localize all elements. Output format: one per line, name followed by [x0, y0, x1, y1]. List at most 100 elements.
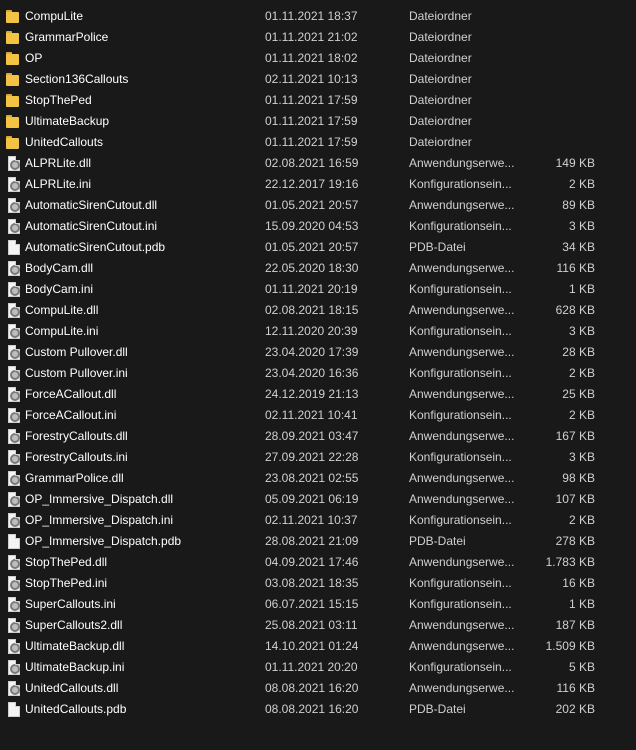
file-row[interactable]: AutomaticSirenCutout.ini 15.09.2020 04:53…	[0, 216, 636, 237]
file-date-modified: 01.11.2021 20:19	[265, 282, 358, 296]
file-row[interactable]: Section136Callouts 02.11.2021 10:13 Dateio…	[0, 69, 636, 90]
file-size: 1.509 KB	[545, 639, 595, 653]
file-row[interactable]: ForestryCallouts.dll 28.09.2021 03:47 Anwe…	[0, 426, 636, 447]
file-row[interactable]: UnitedCallouts.pdb 08.08.2021 16:20 PDB-Da…	[0, 699, 636, 720]
file-row[interactable]: ALPRLite.dll 02.08.2021 16:59 Anwendungser…	[0, 153, 636, 174]
dll-file-icon	[8, 555, 20, 570]
file-date-modified: 01.11.2021 17:59	[265, 93, 358, 107]
file-date-modified: 22.05.2020 18:30	[265, 261, 359, 275]
file-name: CompuLite.dll	[25, 303, 99, 317]
file-type: Konfigurationsein...	[409, 597, 512, 611]
file-date-modified: 27.09.2021 22:28	[265, 450, 359, 464]
file-row[interactable]: UltimateBackup.dll 14.10.2021 01:24 Anwend…	[0, 636, 636, 657]
file-date-modified: 28.09.2021 03:47	[265, 429, 359, 443]
file-row[interactable]: CompuLite.ini 12.11.2020 20:39 Konfigurati…	[0, 321, 636, 342]
file-size: 107 KB	[555, 492, 595, 506]
file-row[interactable]: UnitedCallouts.dll 08.08.2021 16:20 Anwend…	[0, 678, 636, 699]
file-size: 89 KB	[562, 198, 595, 212]
dll-file-icon	[8, 471, 20, 486]
file-date-modified: 04.09.2021 17:46	[265, 555, 359, 569]
file-row[interactable]: CompuLite.dll 02.08.2021 18:15 Anwendungse…	[0, 300, 636, 321]
file-row[interactable]: StopThePed 01.11.2021 17:59 Dateiordner	[0, 90, 636, 111]
pdb-file-icon	[8, 240, 20, 255]
dll-file-icon	[8, 303, 20, 318]
file-row[interactable]: UltimateBackup.ini 01.11.2021 20:20 Konfig…	[0, 657, 636, 678]
file-type: Anwendungserwe...	[409, 555, 515, 569]
file-row[interactable]: UltimateBackup 01.11.2021 17:59 Dateiordne…	[0, 111, 636, 132]
folder-icon	[6, 51, 20, 66]
file-row[interactable]: GrammarPolice 01.11.2021 21:02 Dateiordner	[0, 27, 636, 48]
file-size: 167 KB	[555, 429, 595, 443]
file-size: 278 KB	[555, 534, 595, 548]
file-row[interactable]: OP 01.11.2021 18:02 Dateiordner	[0, 48, 636, 69]
file-row[interactable]: BodyCam.dll 22.05.2020 18:30 Anwendungserw…	[0, 258, 636, 279]
file-name: CompuLite	[25, 9, 84, 23]
file-size: 3 KB	[568, 219, 595, 233]
file-row[interactable]: CompuLite 01.11.2021 18:37 Dateiordner	[0, 6, 636, 27]
folder-icon	[6, 135, 20, 150]
file-date-modified: 05.09.2021 06:19	[265, 492, 359, 506]
file-type: Anwendungserwe...	[409, 156, 515, 170]
file-row[interactable]: StopThePed.ini 03.08.2021 18:35 Konfigurat…	[0, 573, 636, 594]
dll-file-icon	[8, 387, 20, 402]
file-type: Dateiordner	[409, 135, 472, 149]
pdb-file-icon	[8, 702, 20, 717]
dll-file-icon	[8, 681, 20, 696]
file-date-modified: 23.04.2020 16:36	[265, 366, 359, 380]
file-date-modified: 15.09.2020 04:53	[265, 219, 359, 233]
file-row[interactable]: OP_Immersive_Dispatch.dll 05.09.2021 06:1…	[0, 489, 636, 510]
file-name: GrammarPolice	[25, 30, 109, 44]
file-name: Custom Pullover.ini	[25, 366, 128, 380]
file-name: StopThePed	[25, 93, 92, 107]
dll-file-icon	[8, 618, 20, 633]
dll-file-icon	[8, 639, 20, 654]
dll-file-icon	[8, 156, 20, 171]
file-row[interactable]: OP_Immersive_Dispatch.pdb 28.08.2021 21:0…	[0, 531, 636, 552]
file-name: OP_Immersive_Dispatch.dll	[25, 492, 174, 506]
file-date-modified: 01.11.2021 20:20	[265, 660, 358, 674]
file-row[interactable]: AutomaticSirenCutout.dll 01.05.2021 20:57…	[0, 195, 636, 216]
file-name: StopThePed.dll	[25, 555, 108, 569]
file-name: ForestryCallouts.dll	[25, 429, 128, 443]
file-row[interactable]: GrammarPolice.dll 23.08.2021 02:55 Anwendu…	[0, 468, 636, 489]
file-row[interactable]: StopThePed.dll 04.09.2021 17:46 Anwendungs…	[0, 552, 636, 573]
file-row[interactable]: ALPRLite.ini 22.12.2017 19:16 Konfiguratio…	[0, 174, 636, 195]
file-row[interactable]: SuperCallouts.ini 06.07.2021 15:15 Konfigu…	[0, 594, 636, 615]
file-name: UnitedCallouts.dll	[25, 681, 119, 695]
file-type: PDB-Datei	[409, 534, 466, 548]
file-type: Anwendungserwe...	[409, 492, 515, 506]
file-date-modified: 08.08.2021 16:20	[265, 681, 359, 695]
file-date-modified: 08.08.2021 16:20	[265, 702, 359, 716]
file-size: 116 KB	[556, 681, 595, 695]
folder-icon	[6, 114, 20, 129]
ini-file-icon	[8, 219, 20, 234]
file-row[interactable]: ForceACallout.dll 24.12.2019 21:13 Anwendu…	[0, 384, 636, 405]
file-name: ALPRLite.ini	[25, 177, 92, 191]
file-type: Dateiordner	[409, 72, 472, 86]
ini-file-icon	[8, 324, 20, 339]
file-type: Konfigurationsein...	[409, 408, 512, 422]
file-row[interactable]: ForceACallout.ini 02.11.2021 10:41 Konfigu…	[0, 405, 636, 426]
file-row[interactable]: Custom Pullover.dll 23.04.2020 17:39 Anwen…	[0, 342, 636, 363]
file-row[interactable]: BodyCam.ini 01.11.2021 20:19 Konfiguration…	[0, 279, 636, 300]
file-date-modified: 14.10.2021 01:24	[265, 639, 359, 653]
ini-file-icon	[8, 513, 20, 528]
file-row[interactable]: UnitedCallouts 01.11.2021 17:59 Dateiordne…	[0, 132, 636, 153]
file-date-modified: 01.11.2021 17:59	[265, 135, 358, 149]
file-row[interactable]: SuperCallouts2.dll 25.08.2021 03:11 Anwend…	[0, 615, 636, 636]
file-type: Anwendungserwe...	[409, 639, 515, 653]
file-name: SuperCallouts2.dll	[25, 618, 123, 632]
folder-icon	[6, 93, 20, 108]
file-row[interactable]: OP_Immersive_Dispatch.ini 02.11.2021 10:3…	[0, 510, 636, 531]
file-size: 2 KB	[568, 366, 595, 380]
file-row[interactable]: ForestryCallouts.ini 27.09.2021 22:28 Konf…	[0, 447, 636, 468]
file-date-modified: 25.08.2021 03:11	[265, 618, 358, 632]
ini-file-icon	[8, 408, 20, 423]
file-type: Konfigurationsein...	[409, 366, 512, 380]
file-row[interactable]: Custom Pullover.ini 23.04.2020 16:36 Konfi…	[0, 363, 636, 384]
file-date-modified: 01.11.2021 21:02	[265, 30, 358, 44]
file-name: ALPRLite.dll	[25, 156, 92, 170]
file-type: Anwendungserwe...	[409, 261, 515, 275]
file-row[interactable]: AutomaticSirenCutout.pdb 01.05.2021 20:57…	[0, 237, 636, 258]
file-name: AutomaticSirenCutout.dll	[25, 198, 158, 212]
